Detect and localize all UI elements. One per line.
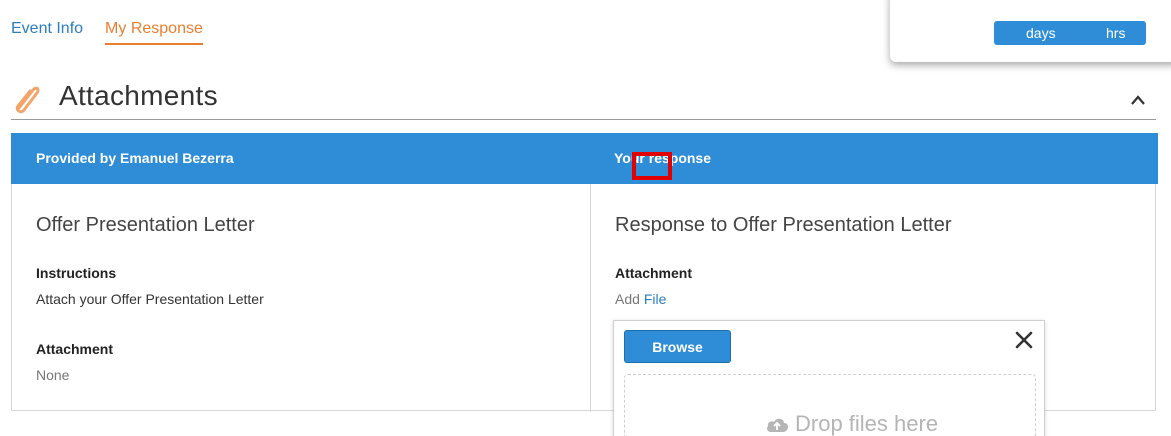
browse-button[interactable]: Browse [624,330,731,363]
paperclip-icon [15,86,40,114]
instructions-label: Instructions [36,265,117,281]
add-file-row: Add File [615,291,666,307]
instructions-value: Attach your Offer Presentation Letter [36,291,264,307]
tab-bar: Event Info My Response [11,0,225,48]
close-icon[interactable] [1014,330,1034,350]
header-provided-by: Provided by Emanuel Bezerra [36,150,234,166]
right-doc-title: Response to Offer Presentation Letter [615,214,952,236]
left-doc-title: Offer Presentation Letter [36,214,255,236]
drop-zone-label: Drop files here [765,411,938,436]
attachments-section-header: Attachments [11,78,1156,120]
tab-event-info[interactable]: Event Info [11,0,83,43]
right-attachment-label: Attachment [615,265,693,281]
left-attachment-label: Attachment [36,341,114,357]
drop-text: Drop files here [795,411,939,436]
left-attachment-value: None [36,367,70,383]
section-title: Attachments [59,80,218,111]
add-file-link[interactable]: File [644,291,667,307]
table-header: Provided by Emanuel Bezerra Your respons… [11,133,1158,184]
countdown-hrs-label: hrs [1106,25,1126,41]
tab-my-response[interactable]: My Response [105,0,203,45]
add-prefix: Add [615,291,640,307]
column-divider [590,184,591,412]
upload-popup: Browse Drop files here [613,320,1045,436]
chevron-up-icon[interactable] [1130,94,1146,106]
file-link-highlight [632,152,672,180]
countdown-bar: days hrs [994,21,1146,45]
countdown-popup: days hrs [890,0,1171,62]
countdown-days-label: days [1026,25,1056,41]
drop-zone[interactable]: Drop files here [624,374,1036,436]
cloud-upload-icon [767,418,788,432]
